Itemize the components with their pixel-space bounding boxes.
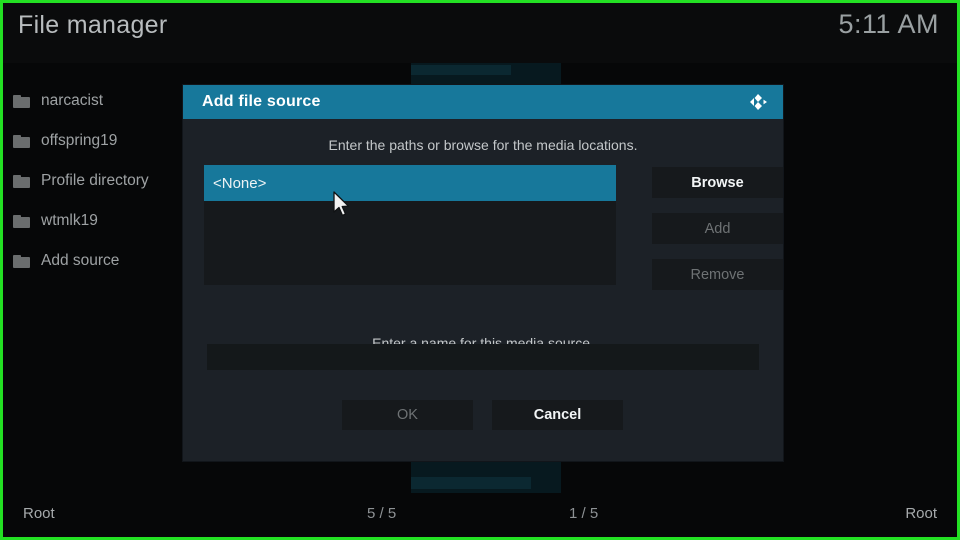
app-header: File manager 5:11 AM <box>3 3 957 63</box>
dialog-title: Add file source <box>202 93 321 110</box>
status-right-count: 1 / 5 <box>569 505 599 522</box>
list-item-add-source[interactable]: Add source <box>3 241 203 281</box>
list-item-label: Add source <box>41 252 120 269</box>
backdrop-streak <box>411 477 531 489</box>
add-button: Add <box>652 213 783 244</box>
browse-button[interactable]: Browse <box>652 167 783 198</box>
dialog-header: Add file source <box>183 85 783 119</box>
page-title: File manager <box>18 11 168 39</box>
folder-icon <box>13 174 30 188</box>
list-item[interactable]: narcacist <box>3 81 203 121</box>
add-file-source-dialog: Add file source Enter the paths or brows… <box>183 85 783 461</box>
folder-icon <box>13 214 30 228</box>
file-list: narcacist offspring19 Profile directory … <box>3 81 203 281</box>
path-area: <None> Browse Add Remove <box>204 165 783 293</box>
path-list-item-selected[interactable]: <None> <box>204 165 616 201</box>
backdrop-streak <box>411 65 511 75</box>
folder-icon <box>13 94 30 108</box>
list-item-label: Profile directory <box>41 172 149 189</box>
list-item-label: wtmlk19 <box>41 212 98 229</box>
list-item[interactable]: wtmlk19 <box>3 201 203 241</box>
list-item[interactable]: offspring19 <box>3 121 203 161</box>
status-left-count: 5 / 5 <box>367 505 397 522</box>
path-list[interactable]: <None> <box>204 165 616 285</box>
remove-button: Remove <box>652 259 783 290</box>
list-item[interactable]: Profile directory <box>3 161 203 201</box>
status-left-path: Root <box>23 505 55 522</box>
list-item-label: narcacist <box>41 92 104 109</box>
clock: 5:11 AM <box>838 9 939 39</box>
list-item-label: offspring19 <box>41 132 118 149</box>
ok-button: OK <box>342 400 473 430</box>
folder-icon <box>13 254 30 268</box>
cancel-button[interactable]: Cancel <box>492 400 623 430</box>
status-right-path: Root <box>905 505 937 522</box>
folder-icon <box>13 134 30 148</box>
kodi-logo-icon <box>750 94 767 110</box>
paths-hint-text: Enter the paths or browse for the media … <box>328 137 638 153</box>
source-name-input[interactable] <box>207 344 759 370</box>
status-bar: Root 5 / 5 1 / 5 Root <box>3 493 957 537</box>
kodi-screen: File manager 5:11 AM narcacist offspring… <box>0 0 960 540</box>
